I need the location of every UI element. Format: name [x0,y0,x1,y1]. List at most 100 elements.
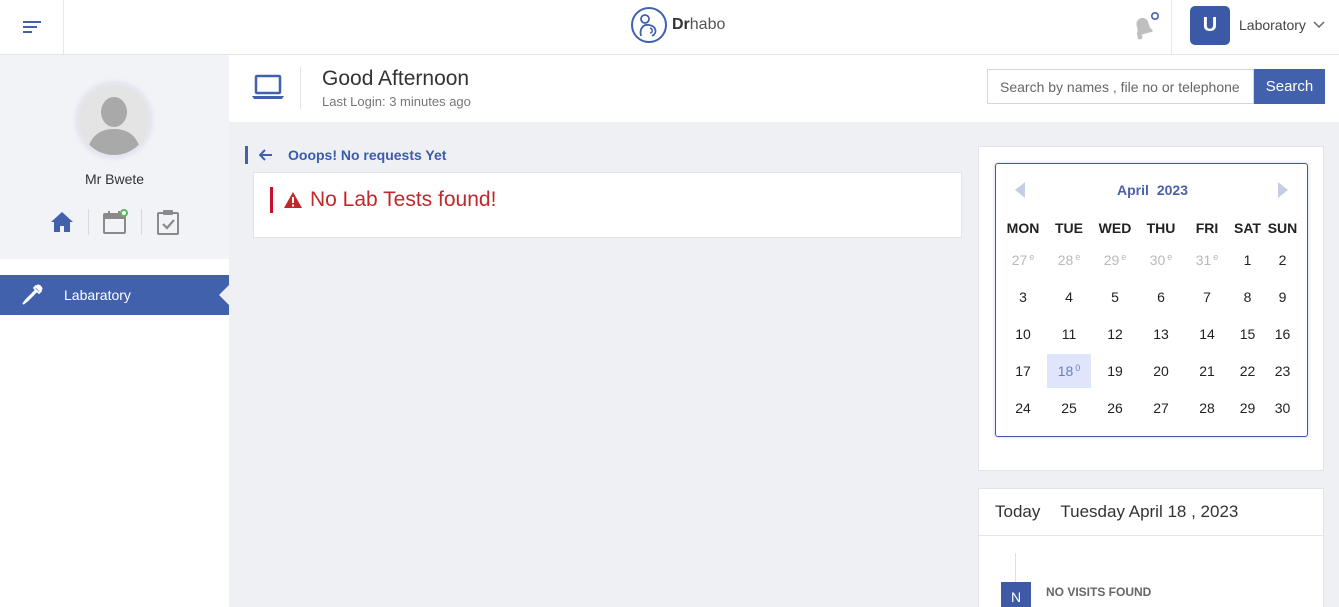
calendar-day-today[interactable]: 18 0 [1047,353,1091,388]
calendar-day[interactable]: 28 e [1046,243,1092,277]
quick-actions-divider [88,209,89,235]
calendar-day[interactable]: 14 [1184,317,1230,351]
calendar-day[interactable]: 7 [1184,280,1230,314]
calendar-day[interactable]: 30 [1265,391,1300,425]
calendar-day[interactable]: 5 [1092,280,1138,314]
calendar-grid: MON TUE WED THU FRI SAT SUN 27 e 28 e 29 e 30 e 31 e 1 2 3 4… [1000,214,1305,426]
calendar-day[interactable]: 4 [1046,280,1092,314]
calendar-day-marker: e [1213,251,1219,262]
home-button[interactable] [45,205,79,239]
appointments-button[interactable] [98,205,132,239]
calendar-day[interactable]: 24 [1000,391,1046,425]
calendar-day[interactable]: 9 [1265,280,1300,314]
calendar-day-number: 21 [1199,362,1215,379]
calendar-weekday: TUE [1055,219,1083,236]
app-logo[interactable]: Drhabo [630,6,725,44]
arrow-left-icon[interactable] [259,149,273,161]
calendar-day[interactable]: 30 e [1138,243,1184,277]
calendar-day-number: 2 [1278,251,1287,268]
greeting: Good Afternoon [322,67,470,90]
calendar-weekday: THU [1146,219,1176,236]
calendar-icon [103,209,128,234]
calendar-day-number: 1 [1243,251,1252,268]
requests-title: Ooops! No requests Yet [288,147,447,163]
calendar-day-number: 3 [1019,288,1027,305]
calendar-day-number: 23 [1274,362,1291,379]
calendar-day[interactable]: 17 [1000,354,1046,388]
topbar-divider [1171,0,1172,54]
sidebar: Mr Bwete Labaratory [0,55,229,607]
calendar-day[interactable]: 13 [1138,317,1184,351]
calendar-day-number: 17 [1015,362,1031,379]
calendar-day[interactable]: 3 [1000,280,1046,314]
next-month-button[interactable] [1278,182,1288,198]
timeline-line [1015,553,1016,583]
calendar-day-number: 7 [1203,288,1211,305]
logo-icon [631,7,667,43]
header-divider [300,67,301,109]
calendar-day[interactable]: 6 [1138,280,1184,314]
calendar-day[interactable]: 12 [1092,317,1138,351]
laptop-icon [252,74,284,99]
calendar-day[interactable]: 26 [1092,391,1138,425]
calendar-day[interactable]: 22 [1230,354,1265,388]
calendar-day[interactable]: 27 e [1000,243,1046,277]
calendar-day-number: 20 [1153,362,1169,379]
calendar-panel: April 2023 MON TUE WED THU FRI SAT SUN 27 e 28 e 29 e… [978,146,1324,471]
calendar-day-number: 16 [1274,325,1291,342]
calendar-day-marker: e [1167,251,1173,262]
calendar-weekday: SAT [1234,219,1261,236]
calendar-day-number: 29 [1103,251,1120,268]
calendar-day[interactable]: 20 [1138,354,1184,388]
calendar-day[interactable]: 10 [1000,317,1046,351]
calendar-day-number: 5 [1111,288,1119,305]
calendar-day[interactable]: 29 e [1092,243,1138,277]
calendar-day-number: 25 [1061,399,1077,416]
pipette-icon [22,284,43,305]
calendar: April 2023 MON TUE WED THU FRI SAT SUN 27 e 28 e 29 e… [995,163,1308,437]
calendar-week-row: 27 e 28 e 29 e 30 e 31 e 1 2 [1000,241,1305,278]
calendar-day-number: 31 [1195,251,1212,268]
calendar-day[interactable]: 11 [1046,317,1092,351]
calendar-day-number: 9 [1278,288,1287,305]
search-input[interactable] [987,69,1254,104]
menu-icon [22,21,41,33]
calendar-week-row: 17 18 0 19 20 21 22 23 [1000,352,1305,389]
calendar-day[interactable]: 25 [1046,391,1092,425]
tasks-button[interactable] [151,205,185,239]
calendar-day-number: 26 [1107,399,1123,416]
sidebar-item-laboratory[interactable]: Labaratory [0,275,229,315]
calendar-day[interactable]: 16 [1265,317,1300,351]
calendar-day[interactable]: 15 [1230,317,1265,351]
avatar[interactable] [77,83,151,157]
alert-message: No Lab Tests found! [270,187,496,213]
notifications-button[interactable] [1128,10,1160,42]
menu-toggle-button[interactable] [0,0,64,54]
calendar-day[interactable]: 8 [1230,280,1265,314]
active-indicator [219,285,229,305]
logo-text: Drhabo [672,16,726,33]
calendar-day[interactable]: 2 [1265,243,1300,277]
calendar-day[interactable]: 29 [1230,391,1265,425]
calendar-day[interactable]: 27 [1138,391,1184,425]
empty-state-text: NO VISITS FOUND [1046,585,1152,599]
calendar-day-number: 28 [1057,251,1074,268]
calendar-day-number: 30 [1274,399,1291,416]
top-bar: Drhabo U Laboratory [0,0,1339,55]
calendar-day[interactable]: 31 e [1184,243,1230,277]
calendar-week-row: 3 4 5 6 7 8 9 [1000,278,1305,315]
user-menu[interactable]: U Laboratory [1190,5,1325,45]
calendar-day[interactable]: 23 [1265,354,1300,388]
calendar-day-number: 6 [1157,288,1165,305]
calendar-day[interactable]: 19 [1092,354,1138,388]
search-button[interactable]: Search [1254,69,1325,104]
calendar-week-row: 10 11 12 13 14 15 16 [1000,315,1305,352]
calendar-month: April [1116,182,1149,198]
quick-actions-divider [141,209,142,235]
calendar-weekday: MON [1006,219,1040,236]
clipboard-check-icon [157,210,179,235]
calendar-day[interactable]: 1 [1230,243,1265,277]
calendar-day[interactable]: 21 [1184,354,1230,388]
calendar-day[interactable]: 28 [1184,391,1230,425]
alert-text: No Lab Tests found! [310,188,497,211]
